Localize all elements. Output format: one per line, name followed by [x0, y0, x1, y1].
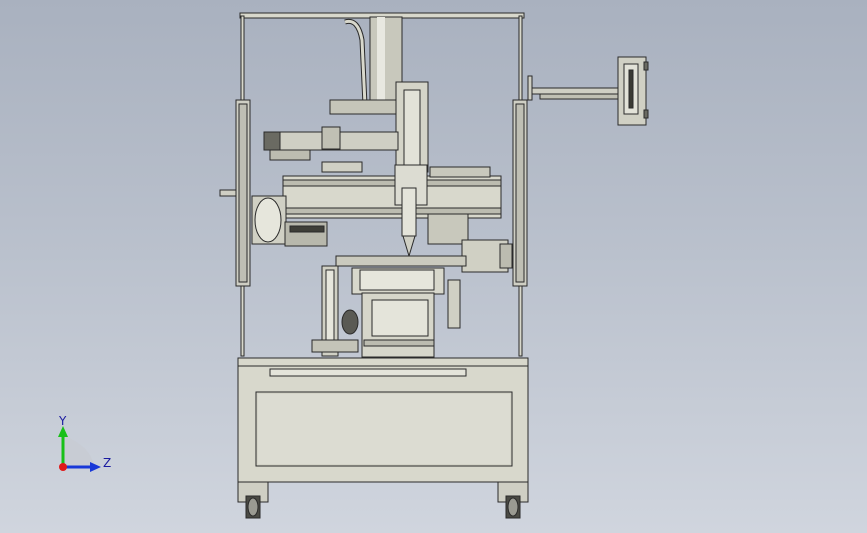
graphics-viewport[interactable]: Y Z [0, 0, 867, 533]
axis-y-label: Y [59, 414, 67, 428]
cabinet-top [237, 357, 529, 367]
axis-z-label: Z [103, 456, 112, 470]
panel-arm [527, 75, 533, 101]
cad-assembly-model[interactable] [0, 0, 867, 533]
